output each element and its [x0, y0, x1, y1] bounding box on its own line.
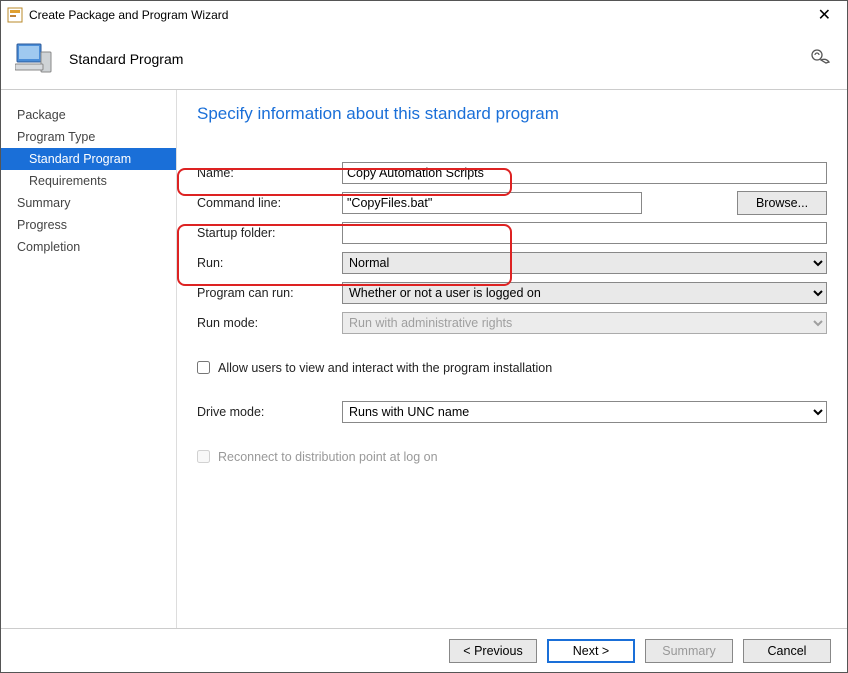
next-button[interactable]: Next > — [547, 639, 635, 663]
canrun-select[interactable]: Whether or not a user is logged on — [342, 282, 827, 304]
name-label: Name: — [197, 166, 342, 180]
startup-label: Startup folder: — [197, 226, 342, 240]
runmode-label: Run mode: — [197, 316, 342, 330]
runmode-select: Run with administrative rights — [342, 312, 827, 334]
nav-item-requirements[interactable]: Requirements — [1, 170, 176, 192]
startup-input[interactable] — [342, 222, 827, 244]
computer-icon — [15, 42, 55, 76]
name-input[interactable] — [342, 162, 827, 184]
nav-item-progress[interactable]: Progress — [1, 214, 176, 236]
allowusers-checkbox[interactable] — [197, 361, 210, 374]
title-bar: Create Package and Program Wizard ✕ — [1, 1, 847, 29]
reconnect-row: Reconnect to distribution point at log o… — [197, 441, 827, 472]
canrun-label: Program can run: — [197, 286, 342, 300]
summary-button: Summary — [645, 639, 733, 663]
page-title: Specify information about this standard … — [197, 104, 827, 124]
cmdline-input[interactable] — [342, 192, 642, 214]
app-icon — [7, 7, 23, 23]
browse-button[interactable]: Browse... — [737, 191, 827, 215]
nav-item-package[interactable]: Package — [1, 104, 176, 126]
wizard-window: Create Package and Program Wizard ✕ Stan… — [0, 0, 848, 673]
content-pane: Specify information about this standard … — [176, 90, 847, 628]
previous-button[interactable]: < Previous — [449, 639, 537, 663]
drivemode-label: Drive mode: — [197, 405, 342, 419]
drivemode-select[interactable]: Runs with UNC name — [342, 401, 827, 423]
run-label: Run: — [197, 256, 342, 270]
feedback-icon[interactable] — [809, 47, 831, 69]
nav-item-program-type[interactable]: Program Type — [1, 126, 176, 148]
allowusers-row[interactable]: Allow users to view and interact with th… — [197, 352, 827, 383]
reconnect-checkbox — [197, 450, 210, 463]
body: Package Program Type Standard Program Re… — [1, 89, 847, 628]
run-select[interactable]: Normal — [342, 252, 827, 274]
footer: < Previous Next > Summary Cancel — [1, 628, 847, 672]
header-heading: Standard Program — [69, 51, 183, 67]
nav-item-summary[interactable]: Summary — [1, 192, 176, 214]
cmdline-label: Command line: — [197, 196, 342, 210]
wizard-nav: Package Program Type Standard Program Re… — [1, 90, 176, 628]
nav-item-completion[interactable]: Completion — [1, 236, 176, 258]
close-icon[interactable]: ✕ — [808, 5, 841, 25]
cancel-button[interactable]: Cancel — [743, 639, 831, 663]
header-band: Standard Program — [1, 29, 847, 89]
allowusers-label: Allow users to view and interact with th… — [218, 361, 552, 375]
window-title: Create Package and Program Wizard — [29, 8, 808, 22]
nav-item-standard-program[interactable]: Standard Program — [1, 148, 176, 170]
reconnect-label: Reconnect to distribution point at log o… — [218, 450, 438, 464]
